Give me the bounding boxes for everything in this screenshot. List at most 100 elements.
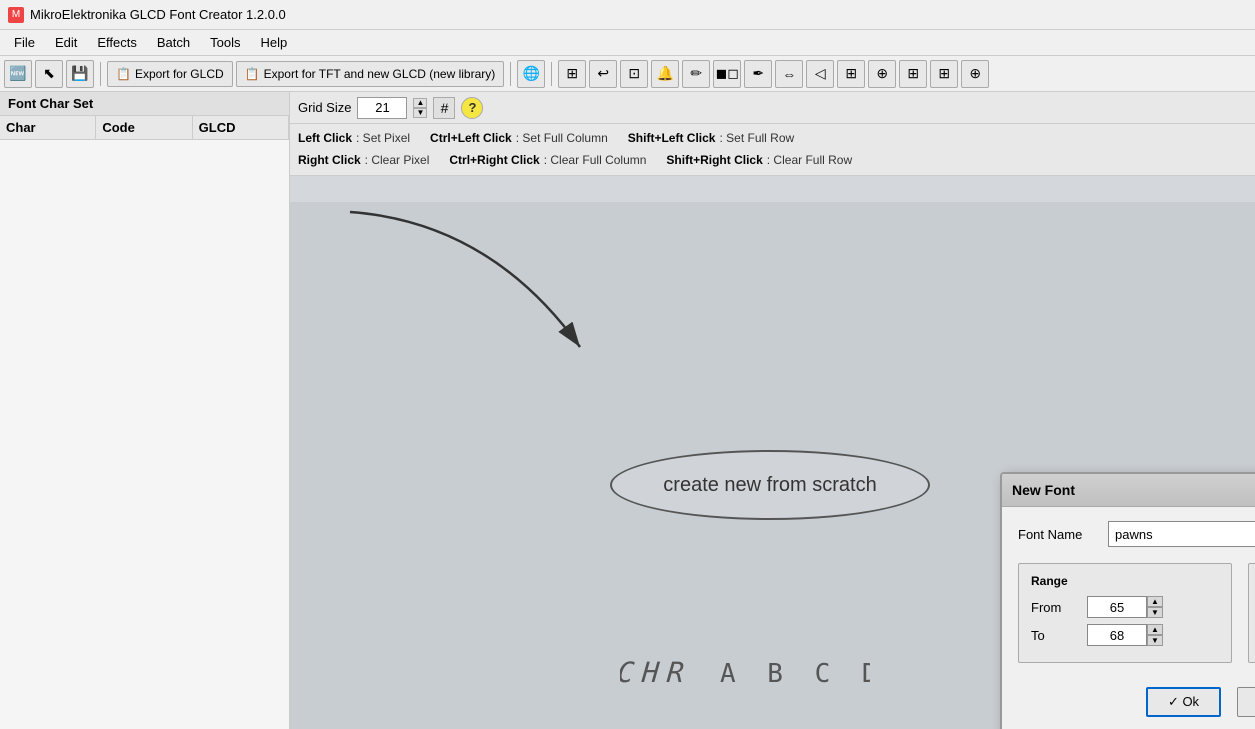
shortcut-shift-right: Shift+Right Click : Clear Full Row bbox=[666, 150, 852, 172]
ctrl-right-desc: : Clear Full Column bbox=[544, 150, 647, 172]
shift-right-key: Shift+Right Click bbox=[666, 150, 762, 172]
to-spin-up[interactable]: ▲ bbox=[1147, 624, 1163, 635]
grid-bar: Grid Size ▲ ▼ # ? bbox=[290, 92, 1255, 124]
from-input[interactable] bbox=[1087, 596, 1147, 618]
grid-size-up[interactable]: ▲ bbox=[413, 98, 427, 108]
export-tft-label: Export for TFT and new GLCD (new library… bbox=[264, 67, 496, 81]
toolbar-globe-btn[interactable]: 🌐 bbox=[517, 60, 545, 88]
menu-tools[interactable]: Tools bbox=[200, 33, 250, 52]
toolbar-btn-9[interactable]: ◁ bbox=[806, 60, 834, 88]
new-font-dialog: New Font ✕ Font Name Range From bbox=[1000, 472, 1255, 729]
menu-batch[interactable]: Batch bbox=[147, 33, 200, 52]
content-area: Grid Size ▲ ▼ # ? Left Click : Set Pixel… bbox=[290, 92, 1255, 729]
dialog-titlebar: New Font ✕ bbox=[1002, 474, 1255, 507]
panels-row: Range From ▲ ▼ bbox=[1018, 563, 1255, 663]
menu-help[interactable]: Help bbox=[250, 33, 297, 52]
toolbar-btn-2[interactable]: ↩ bbox=[589, 60, 617, 88]
ctrl-left-desc: : Set Full Column bbox=[516, 128, 608, 150]
col-char: Char bbox=[0, 116, 96, 139]
export-glcd-label: Export for GLCD bbox=[135, 67, 224, 81]
shortcut-left-click: Left Click : Set Pixel bbox=[298, 128, 410, 150]
shortcut-right-click: Right Click : Clear Pixel bbox=[298, 150, 429, 172]
to-spin-down[interactable]: ▼ bbox=[1147, 635, 1163, 646]
left-panel-header: Font Char Set bbox=[0, 92, 289, 116]
toolbar-new-btn[interactable]: 🆕 bbox=[4, 60, 32, 88]
toolbar-btn-8[interactable]: ⇔ bbox=[775, 60, 803, 88]
ok-button[interactable]: ✓ Ok bbox=[1146, 687, 1221, 717]
shift-right-desc: : Clear Full Row bbox=[767, 150, 852, 172]
to-input[interactable] bbox=[1087, 624, 1147, 646]
toolbar-sep-1 bbox=[100, 62, 101, 86]
shortcuts-bar: Left Click : Set Pixel Ctrl+Left Click :… bbox=[290, 124, 1255, 176]
annotation-text: create new from scratch bbox=[663, 474, 876, 497]
dialog-body: Font Name Range From ▲ bbox=[1002, 507, 1255, 729]
menu-effects[interactable]: Effects bbox=[87, 33, 147, 52]
from-spin-arrows[interactable]: ▲ ▼ bbox=[1147, 596, 1163, 618]
toolbar-btn-3[interactable]: ⊡ bbox=[620, 60, 648, 88]
left-panel: Font Char Set Char Code GLCD bbox=[0, 92, 290, 729]
from-spinner-group: ▲ ▼ bbox=[1087, 596, 1163, 618]
left-click-desc: : Set Pixel bbox=[356, 128, 410, 150]
toolbar-export-glcd-btn[interactable]: 📋 Export for GLCD bbox=[107, 61, 233, 87]
font-name-input[interactable] bbox=[1108, 521, 1255, 547]
app-icon: M bbox=[8, 7, 24, 23]
range-panel: Range From ▲ ▼ bbox=[1018, 563, 1232, 663]
dialog-title: New Font bbox=[1012, 482, 1075, 498]
from-spin-up[interactable]: ▲ bbox=[1147, 596, 1163, 607]
toolbar-btn-12[interactable]: ⊞ bbox=[899, 60, 927, 88]
toolbar-export-tft-btn[interactable]: 📋 Export for TFT and new GLCD (new libra… bbox=[236, 61, 505, 87]
toolbar-btn-6[interactable]: ◼◻ bbox=[713, 60, 741, 88]
col-glcd: GLCD bbox=[193, 116, 289, 139]
toolbar-btn-5[interactable]: ✏ bbox=[682, 60, 710, 88]
toolbar-btn-1[interactable]: ⊞ bbox=[558, 60, 586, 88]
ctrl-right-key: Ctrl+Right Click bbox=[449, 150, 539, 172]
grid-size-spinner[interactable]: ▲ ▼ bbox=[413, 98, 427, 118]
font-name-label: Font Name bbox=[1018, 527, 1098, 542]
menu-file[interactable]: File bbox=[4, 33, 45, 52]
left-panel-cols: Char Code GLCD bbox=[0, 116, 289, 140]
svg-text:CHR: CHR bbox=[620, 656, 693, 689]
toolbar-btn-10[interactable]: ⊞ bbox=[837, 60, 865, 88]
left-click-key: Left Click bbox=[298, 128, 352, 150]
svg-text:A B C D: A B C D bbox=[720, 659, 870, 689]
font-size-panel: Font Size Width ▲ ▼ bbox=[1248, 563, 1255, 663]
shortcut-ctrl-left: Ctrl+Left Click : Set Full Column bbox=[430, 128, 608, 150]
shortcut-ctrl-right: Ctrl+Right Click : Clear Full Column bbox=[449, 150, 646, 172]
toolbar: 🆕 ⬉ 💾 📋 Export for GLCD 📋 Export for TFT… bbox=[0, 56, 1255, 92]
to-spin-arrows[interactable]: ▲ ▼ bbox=[1147, 624, 1163, 646]
main-layout: Font Char Set Char Code GLCD Grid Size ▲… bbox=[0, 92, 1255, 729]
annotation-ellipse: create new from scratch bbox=[610, 450, 930, 520]
toolbar-cursor-btn[interactable]: ⬉ bbox=[35, 60, 63, 88]
to-spinner-group: ▲ ▼ bbox=[1087, 624, 1163, 646]
toolbar-btn-13[interactable]: ⊞ bbox=[930, 60, 958, 88]
right-click-key: Right Click bbox=[298, 150, 361, 172]
toolbar-btn-11[interactable]: ⊕ bbox=[868, 60, 896, 88]
arrow-svg bbox=[290, 202, 590, 502]
left-panel-content[interactable] bbox=[0, 140, 289, 729]
shortcuts-row-1: Left Click : Set Pixel Ctrl+Left Click :… bbox=[298, 128, 1247, 150]
toolbar-btn-7[interactable]: ✒ bbox=[744, 60, 772, 88]
to-row: To ▲ ▼ bbox=[1031, 624, 1219, 646]
hash-btn[interactable]: # bbox=[433, 97, 455, 119]
right-click-desc: : Clear Pixel bbox=[365, 150, 430, 172]
toolbar-save-btn[interactable]: 💾 bbox=[66, 60, 94, 88]
app-title: MikroElektronika GLCD Font Creator 1.2.0… bbox=[30, 7, 286, 22]
grid-size-label: Grid Size bbox=[298, 100, 351, 115]
export-tft-icon: 📋 bbox=[245, 67, 260, 81]
grid-size-input[interactable] bbox=[357, 97, 407, 119]
toolbar-btn-4[interactable]: 🔔 bbox=[651, 60, 679, 88]
to-label: To bbox=[1031, 628, 1081, 643]
toolbar-btn-14[interactable]: ⊕ bbox=[961, 60, 989, 88]
shift-left-key: Shift+Left Click bbox=[628, 128, 716, 150]
grid-size-down[interactable]: ▼ bbox=[413, 108, 427, 118]
menu-edit[interactable]: Edit bbox=[45, 33, 87, 52]
from-spin-down[interactable]: ▼ bbox=[1147, 607, 1163, 618]
col-code: Code bbox=[96, 116, 192, 139]
export-glcd-icon: 📋 bbox=[116, 67, 131, 81]
help-btn[interactable]: ? bbox=[461, 97, 483, 119]
cancel-button[interactable]: ✕ Cancel bbox=[1237, 687, 1255, 717]
toolbar-sep-2 bbox=[510, 62, 511, 86]
menu-bar: File Edit Effects Batch Tools Help bbox=[0, 30, 1255, 56]
left-panel-title: Font Char Set bbox=[8, 96, 93, 111]
dialog-buttons: ✓ Ok ✕ Cancel bbox=[1018, 679, 1255, 721]
